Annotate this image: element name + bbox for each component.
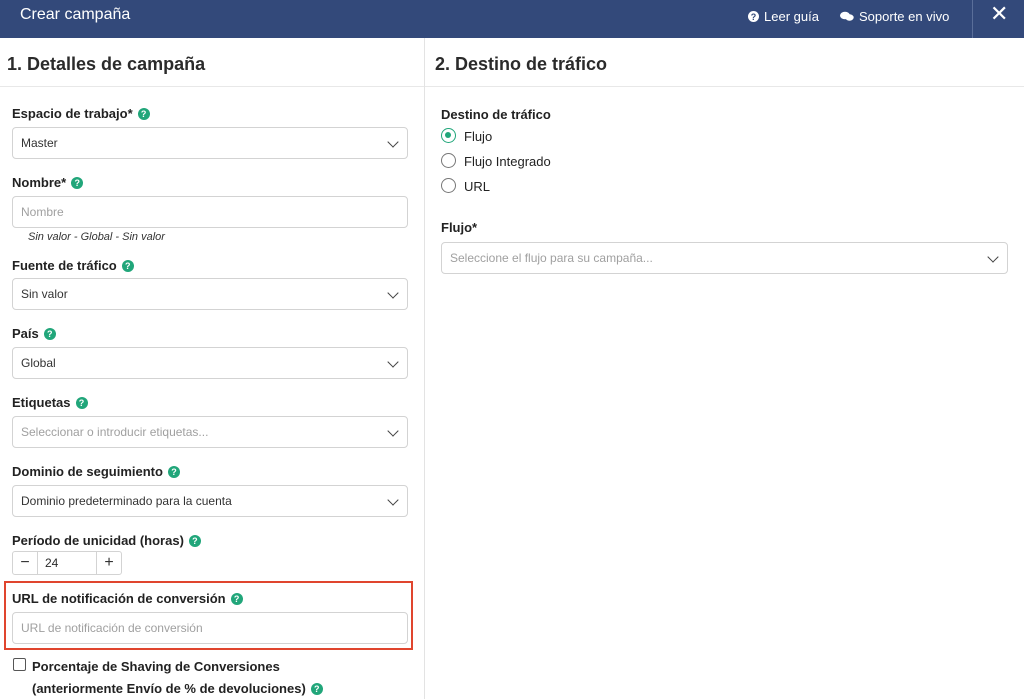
increment-button[interactable]: + [97, 552, 121, 574]
chevron-down-icon [387, 425, 399, 437]
live-support-link[interactable]: Soporte en vivo [840, 9, 949, 24]
traffic-destination-title: 2. Destino de tráfico [435, 54, 608, 74]
radio-integrated-flow-label[interactable]: Flujo Integrado [464, 154, 551, 169]
uniqueness-period-label: Período de unicidad (horas) ? [12, 533, 201, 548]
chevron-down-icon [387, 287, 399, 299]
chevron-down-icon [987, 251, 999, 263]
postback-url-label: URL de notificación de conversión ? [12, 591, 243, 606]
chevron-down-icon [387, 136, 399, 148]
header-divider [972, 0, 973, 38]
shaving-label-line1: Porcentaje de Shaving de Conversiones [32, 659, 280, 674]
decrement-button[interactable]: − [13, 552, 37, 574]
radio-url[interactable] [441, 178, 456, 193]
read-guide-link[interactable]: ? Leer guía [748, 9, 819, 24]
section-divider-right [425, 86, 1024, 87]
modal-header: Crear campaña ? Leer guía Soporte en viv… [0, 0, 1024, 38]
traffic-source-select[interactable]: Sin valor [12, 278, 408, 310]
flow-select[interactable]: Seleccione el flujo para su campaña... [441, 242, 1008, 274]
question-circle-icon[interactable]: ? [310, 682, 323, 695]
close-icon[interactable]: ✕ [990, 2, 1008, 26]
section-divider-left [0, 86, 424, 87]
question-circle-icon[interactable]: ? [230, 592, 243, 605]
modal-title: Crear campaña [20, 6, 131, 23]
postback-url-input[interactable]: URL de notificación de conversión [12, 612, 408, 644]
traffic-source-label: Fuente de tráfico ? [12, 258, 134, 273]
question-circle-icon[interactable]: ? [167, 465, 180, 478]
question-circle-icon[interactable]: ? [75, 396, 88, 409]
radio-integrated-flow[interactable] [441, 153, 456, 168]
uniqueness-stepper: − 24 + [12, 551, 122, 575]
chevron-down-icon [387, 356, 399, 368]
chat-bubbles-icon [840, 11, 854, 21]
read-guide-label: Leer guía [764, 9, 819, 24]
country-label: País ? [12, 326, 56, 341]
workspace-select[interactable]: Master [12, 127, 408, 159]
question-circle-icon[interactable]: ? [71, 176, 84, 189]
shaving-checkbox[interactable] [13, 658, 26, 671]
radio-flow-label[interactable]: Flujo [464, 129, 492, 144]
tracking-domain-select[interactable]: Dominio predeterminado para la cuenta [12, 485, 408, 517]
question-circle-icon[interactable]: ? [137, 107, 150, 120]
name-hint: Sin valor - Global - Sin valor [28, 231, 165, 243]
question-circle-icon[interactable]: ? [188, 534, 201, 547]
workspace-label: Espacio de trabajo* ? [12, 106, 150, 121]
flow-label: Flujo* [441, 220, 478, 235]
uniqueness-value-input[interactable]: 24 [37, 552, 97, 574]
radio-url-label[interactable]: URL [464, 179, 490, 194]
question-circle-icon[interactable]: ? [121, 259, 134, 272]
chevron-down-icon [387, 494, 399, 506]
live-support-label: Soporte en vivo [859, 9, 950, 24]
destination-label: Destino de tráfico [441, 107, 551, 122]
tracking-domain-label: Dominio de seguimiento ? [12, 464, 180, 479]
campaign-details-title: 1. Detalles de campaña [7, 54, 206, 74]
tags-label: Etiquetas ? [12, 395, 88, 410]
tags-select[interactable]: Seleccionar o introducir etiquetas... [12, 416, 408, 448]
shaving-label-line2: (anteriormente Envío de % de devolucione… [32, 681, 323, 696]
name-input[interactable]: Nombre [12, 196, 408, 228]
column-divider [424, 38, 425, 699]
name-label: Nombre* ? [12, 175, 84, 190]
country-select[interactable]: Global [12, 347, 408, 379]
question-circle-icon[interactable]: ? [43, 327, 56, 340]
question-circle-icon: ? [748, 11, 759, 22]
radio-flow[interactable] [441, 128, 456, 143]
